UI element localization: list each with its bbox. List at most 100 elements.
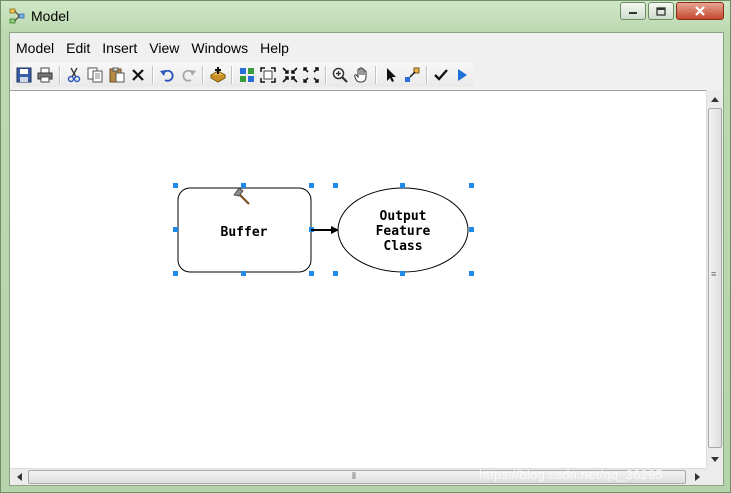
selection-handle[interactable] xyxy=(400,183,405,188)
auto-layout-button[interactable] xyxy=(236,64,257,86)
connect-button[interactable] xyxy=(401,64,422,86)
validate-button[interactable] xyxy=(431,64,452,86)
fixed-zoom-out-icon xyxy=(303,67,319,83)
undo-button[interactable] xyxy=(157,64,178,86)
cut-button[interactable] xyxy=(64,64,85,86)
select-button[interactable] xyxy=(380,64,401,86)
buffer-tool-node[interactable]: Buffer xyxy=(177,187,312,273)
copy-icon xyxy=(87,67,103,83)
toolbar-separator xyxy=(151,66,154,84)
copy-button[interactable] xyxy=(85,64,106,86)
scroll-up-button[interactable] xyxy=(707,91,723,107)
menu-view[interactable]: View xyxy=(143,37,185,59)
redo-button[interactable] xyxy=(178,64,199,86)
maximize-icon xyxy=(656,6,666,16)
menu-edit[interactable]: Edit xyxy=(60,37,96,59)
chevron-down-icon xyxy=(711,456,719,462)
minimize-icon xyxy=(629,12,637,14)
client-area: Model Edit Insert View Windows Help Buff… xyxy=(9,32,724,486)
grip-icon: ≡ xyxy=(711,269,717,279)
connect-icon xyxy=(404,67,420,82)
add-data-icon xyxy=(209,67,226,83)
redo-icon xyxy=(181,69,196,82)
zoom-in-icon xyxy=(332,67,348,83)
validate-icon xyxy=(434,69,449,81)
toolbar-separator xyxy=(231,66,234,84)
chevron-right-icon xyxy=(694,473,700,481)
menu-model[interactable]: Model xyxy=(10,37,60,59)
save-button[interactable] xyxy=(13,64,34,86)
fixed-zoom-in-button[interactable] xyxy=(279,64,300,86)
toolbar-separator xyxy=(324,66,327,84)
selection-handle[interactable] xyxy=(173,183,178,188)
close-icon xyxy=(695,6,705,16)
minimize-button[interactable] xyxy=(620,2,646,20)
model-window: Model Model Edit Insert View Windows Hel… xyxy=(0,0,731,493)
toolbar xyxy=(13,63,473,87)
menu-windows[interactable]: Windows xyxy=(185,37,254,59)
run-button[interactable] xyxy=(452,64,473,86)
selection-handle[interactable] xyxy=(173,227,178,232)
selection-handle[interactable] xyxy=(333,183,338,188)
toolbar-separator xyxy=(58,66,61,84)
output-feature-class-node[interactable]: Output Feature Class xyxy=(337,187,469,273)
save-icon xyxy=(16,67,32,83)
output-label-line: Class xyxy=(383,239,422,254)
model-app-icon xyxy=(9,8,25,24)
scroll-right-button[interactable] xyxy=(689,469,705,485)
selection-handle[interactable] xyxy=(469,183,474,188)
chevron-left-icon xyxy=(16,473,22,481)
connector-arrow[interactable] xyxy=(311,226,339,234)
print-button[interactable] xyxy=(34,64,55,86)
model-diagram: Buffer Output Feature Class xyxy=(173,183,474,276)
scroll-left-button[interactable] xyxy=(11,469,27,485)
selection-handle[interactable] xyxy=(309,271,314,276)
grip-icon: ⦀ xyxy=(352,471,356,481)
select-icon xyxy=(386,68,396,82)
selection-handle[interactable] xyxy=(173,271,178,276)
window-title: Model xyxy=(31,8,70,24)
selection-handle[interactable] xyxy=(400,271,405,276)
maximize-button[interactable] xyxy=(648,2,674,20)
selection-handle[interactable] xyxy=(469,227,474,232)
vertical-scroll-thumb[interactable]: ≡ xyxy=(708,108,722,448)
paste-icon xyxy=(109,67,125,83)
scroll-down-button[interactable] xyxy=(707,451,723,467)
output-label-line: Feature xyxy=(376,224,431,239)
undo-icon xyxy=(160,69,174,82)
full-extent-button[interactable] xyxy=(258,64,279,86)
fixed-zoom-out-button[interactable] xyxy=(300,64,321,86)
output-label-line: Output xyxy=(380,209,427,224)
model-canvas[interactable]: Buffer Output Feature Class xyxy=(10,90,706,469)
menu-bar: Model Edit Insert View Windows Help xyxy=(10,37,295,59)
pan-button[interactable] xyxy=(351,64,372,86)
fixed-zoom-in-icon xyxy=(282,67,298,83)
paste-button[interactable] xyxy=(106,64,127,86)
menu-help[interactable]: Help xyxy=(254,37,295,59)
toolbar-separator xyxy=(375,66,378,84)
run-icon xyxy=(458,69,468,81)
delete-button[interactable] xyxy=(127,64,148,86)
pan-icon xyxy=(354,67,367,83)
print-icon xyxy=(37,67,53,83)
title-bar[interactable]: Model xyxy=(1,1,730,31)
close-button[interactable] xyxy=(676,2,724,20)
toolbar-separator xyxy=(202,66,205,84)
selection-handle[interactable] xyxy=(309,183,314,188)
watermark-text: https://blog.csdn.net/qq_36295 xyxy=(479,467,663,482)
zoom-in-button[interactable] xyxy=(330,64,351,86)
selection-handle[interactable] xyxy=(241,271,246,276)
full-extent-icon xyxy=(260,67,277,83)
scroll-corner xyxy=(706,468,723,485)
menu-insert[interactable]: Insert xyxy=(96,37,143,59)
selection-handle[interactable] xyxy=(469,271,474,276)
chevron-up-icon xyxy=(711,96,719,102)
vertical-scrollbar[interactable]: ≡ xyxy=(706,90,723,468)
auto-layout-icon xyxy=(240,68,255,82)
buffer-node-label: Buffer xyxy=(221,225,268,240)
add-data-button[interactable] xyxy=(207,64,228,86)
selection-handle[interactable] xyxy=(333,271,338,276)
toolbar-separator xyxy=(425,66,428,84)
selection-handle[interactable] xyxy=(241,183,246,188)
cut-icon xyxy=(67,67,81,83)
